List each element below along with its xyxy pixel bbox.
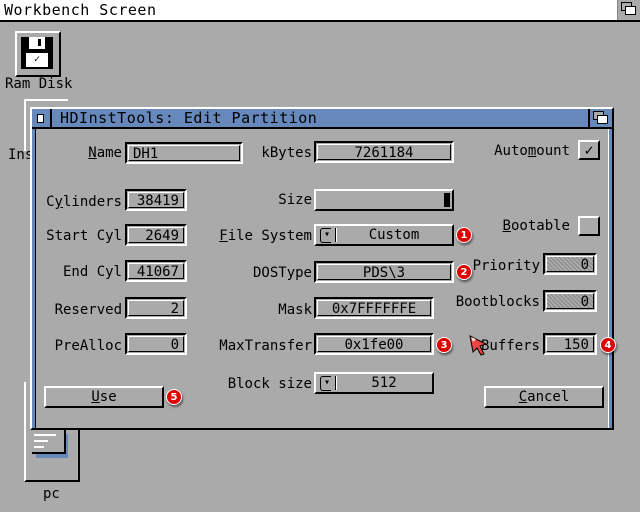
reserved-input[interactable]: 2: [125, 297, 187, 319]
screen-depth-gadget[interactable]: [617, 0, 640, 20]
cylinders-label: Cylinders: [46, 194, 122, 210]
mouse-pointer-icon: [469, 335, 488, 356]
close-icon[interactable]: [32, 109, 52, 127]
ram-disk-label: Ram Disk: [5, 76, 73, 92]
screen-title-bar[interactable]: Workbench Screen: [0, 0, 640, 22]
end-cyl-input[interactable]: 41067: [125, 260, 187, 282]
cycle-icon: [320, 374, 331, 392]
name-value: DH1: [128, 145, 240, 162]
buffers-value: 150: [546, 336, 594, 353]
start-cyl-input[interactable]: 2649: [125, 224, 187, 246]
window-depth-gadget[interactable]: [588, 109, 612, 127]
pc-label: pc: [43, 486, 60, 502]
prealloc-label: PreAlloc: [54, 338, 122, 354]
end-cyl-value: 41067: [128, 263, 184, 280]
slider-knob[interactable]: [444, 193, 450, 207]
floppy-disk-icon: ✓: [21, 37, 53, 69]
start-cyl-value: 2649: [128, 227, 184, 244]
kbytes-display: 7261184: [314, 141, 454, 163]
dostype-input[interactable]: PDS\3: [314, 261, 454, 283]
bootblocks-label: Bootblocks: [455, 294, 540, 310]
window-left-border: [32, 129, 36, 428]
start-cyl-label: Start Cyl: [46, 228, 122, 244]
bootable-label: Bootable: [502, 218, 570, 234]
reserved-value: 2: [128, 300, 184, 317]
size-slider[interactable]: [314, 189, 454, 211]
reserved-label: Reserved: [54, 302, 122, 318]
cancel-button[interactable]: Cancel: [484, 386, 604, 408]
maxtransfer-value: 0x1fe00: [317, 336, 431, 353]
bootable-checkbox[interactable]: [578, 216, 600, 236]
window-right-border: [608, 129, 612, 428]
mask-input[interactable]: 0x7FFFFFFE: [314, 297, 434, 319]
cycle-icon: [320, 226, 331, 244]
automount-checkbox[interactable]: ✓: [578, 140, 600, 160]
buffers-input[interactable]: 150: [543, 333, 597, 355]
depth-arrange-icon: [618, 0, 638, 16]
maxtransfer-input[interactable]: 0x1fe00: [314, 333, 434, 355]
file-system-label: File System: [219, 228, 312, 244]
kbytes-label: kBytes: [261, 145, 312, 161]
dostype-value: PDS\3: [317, 264, 451, 281]
priority-value: 0: [546, 256, 594, 273]
window-title-bar[interactable]: HDInstTools: Edit Partition: [32, 109, 612, 129]
cylinders-input[interactable]: 38419: [125, 189, 187, 211]
checkmark-icon: ✓: [584, 141, 594, 159]
maxtransfer-label: MaxTransfer: [219, 338, 312, 354]
drive-icon: [32, 430, 68, 458]
mask-value: 0x7FFFFFFE: [317, 300, 431, 317]
block-size-cycle[interactable]: 512: [314, 372, 434, 394]
depth-arrange-icon: [590, 109, 610, 125]
use-button[interactable]: Use: [44, 386, 164, 408]
bootblocks-input: 0: [543, 290, 597, 312]
automount-label: Automount: [494, 143, 570, 159]
name-label: Name: [88, 145, 122, 161]
annotation-badge-2: 2: [456, 264, 472, 280]
annotation-badge-4: 4: [600, 337, 616, 353]
priority-label: Priority: [472, 258, 540, 274]
mask-label: Mask: [278, 302, 312, 318]
block-size-value: 512: [371, 375, 397, 391]
end-cyl-label: End Cyl: [62, 264, 122, 280]
block-size-label: Block size: [227, 376, 312, 392]
file-system-value: Custom: [368, 227, 420, 243]
file-system-cycle[interactable]: Custom: [314, 224, 454, 246]
annotation-badge-5: 5: [166, 389, 182, 405]
size-label: Size: [278, 192, 312, 208]
prealloc-value: 0: [128, 336, 184, 353]
prealloc-input[interactable]: 0: [125, 333, 187, 355]
bootblocks-value: 0: [546, 293, 594, 310]
annotation-badge-3: 3: [436, 337, 452, 353]
priority-input: 0: [543, 253, 597, 275]
dostype-label: DOSType: [252, 265, 312, 281]
name-input[interactable]: DH1: [125, 142, 243, 164]
screen-title: Workbench Screen: [4, 1, 157, 19]
annotation-badge-1: 1: [456, 227, 472, 243]
kbytes-value: 7261184: [317, 144, 451, 161]
cylinders-value: 38419: [128, 192, 184, 209]
window-title: HDInstTools: Edit Partition: [60, 109, 318, 127]
ram-disk-icon[interactable]: ✓: [15, 31, 61, 77]
